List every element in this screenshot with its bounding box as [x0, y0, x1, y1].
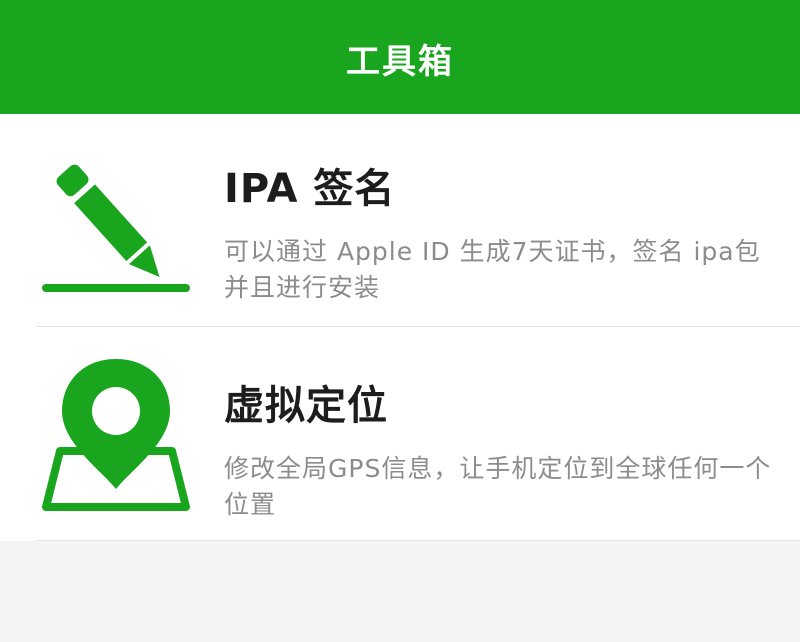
tool-item-virtual-location[interactable]: 虚拟定位 修改全局GPS信息，让手机定位到全球任何一个位置 [0, 327, 800, 541]
app-header: 工具箱 [0, 0, 800, 114]
tool-description: 修改全局GPS信息，让手机定位到全球任何一个位置 [224, 454, 772, 519]
pencil-icon [40, 148, 192, 296]
tool-list: IPA 签名 可以通过 Apple ID 生成7天证书，签名 ipa包并且进行安… [0, 114, 800, 541]
page-title: 工具箱 [346, 41, 454, 82]
divider [36, 540, 800, 541]
tool-title: 虚拟定位 [224, 383, 388, 429]
location-pin-icon [40, 355, 192, 511]
tool-item-ipa-sign[interactable]: IPA 签名 可以通过 Apple ID 生成7天证书，签名 ipa包并且进行安… [0, 114, 800, 327]
empty-area [0, 541, 800, 642]
tool-description: 可以通过 Apple ID 生成7天证书，签名 ipa包并且进行安装 [224, 237, 761, 302]
tool-title: IPA 签名 [224, 166, 396, 212]
